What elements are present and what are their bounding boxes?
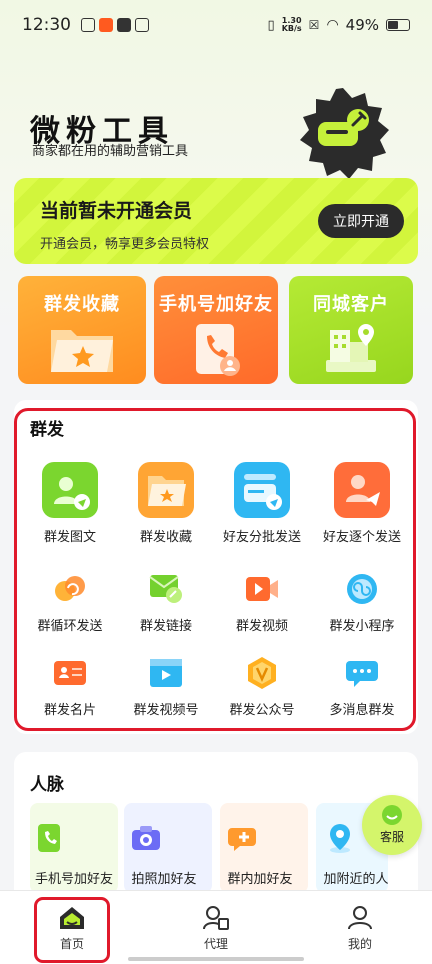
smile-chat-icon	[382, 805, 402, 825]
agent-icon	[203, 906, 229, 930]
phone-book-icon	[38, 824, 60, 852]
group-add-icon	[228, 828, 256, 851]
notification-icon	[135, 18, 149, 32]
home-indicator[interactable]	[128, 957, 304, 961]
camera-icon	[132, 826, 160, 850]
highlight-box-home-tab	[34, 897, 110, 963]
app-notification-icon	[99, 18, 113, 32]
tab-mine[interactable]: 我的	[300, 891, 420, 952]
contact-label: 拍照加好友	[131, 872, 197, 887]
wifi-icon: ◠	[326, 17, 339, 33]
contact-label: 群内加好友	[227, 872, 293, 887]
battery-icon	[386, 19, 410, 31]
location-pin-icon	[330, 824, 350, 853]
customer-service-button[interactable]: 客服	[362, 795, 422, 855]
app-subtitle: 商家都在用的辅助营销工具	[32, 144, 189, 159]
vibrate-icon: ▯	[267, 17, 275, 33]
sim-icon: ☒	[308, 18, 320, 32]
folder-star-icon	[51, 330, 113, 372]
contact-label: 加附近的人	[323, 872, 389, 887]
feature-label: 群发收藏	[44, 294, 120, 315]
user-icon	[348, 906, 372, 930]
city-building-icon	[326, 324, 376, 372]
vip-banner[interactable]: 当前暂未开通会员 开通会员，畅享更多会员特权 立即开通	[14, 178, 418, 264]
status-bar: 12:30 ▯ 1.30 KB/s ☒ ◠ 49%	[0, 0, 432, 50]
tab-label: 代理	[203, 937, 228, 951]
mail-icon	[117, 18, 131, 32]
feature-label: 手机号加好友	[159, 294, 273, 315]
notification-icon	[81, 18, 95, 32]
customer-service-label: 客服	[379, 830, 404, 844]
highlight-box-group-section	[14, 408, 416, 731]
tool-badge-icon	[300, 88, 389, 179]
tab-label: 我的	[347, 937, 372, 951]
battery-percent: 49%	[345, 16, 379, 34]
contacts-section-title: 人脉	[28, 775, 64, 795]
tab-agent[interactable]: 代理	[156, 891, 276, 952]
contact-label: 手机号加好友	[34, 872, 113, 887]
feature-label: 同城客户	[313, 294, 389, 315]
net-speed: 1.30 KB/s	[281, 16, 302, 33]
feature-card-group-favorites[interactable]: 群发收藏	[18, 276, 146, 384]
feature-card-local-customers[interactable]: 同城客户	[289, 276, 413, 384]
status-time: 12:30	[22, 15, 71, 35]
feature-card-phone-add-friend[interactable]: 手机号加好友	[154, 276, 278, 384]
open-vip-button[interactable]: 立即开通	[318, 204, 404, 238]
phone-book-icon	[196, 324, 240, 376]
